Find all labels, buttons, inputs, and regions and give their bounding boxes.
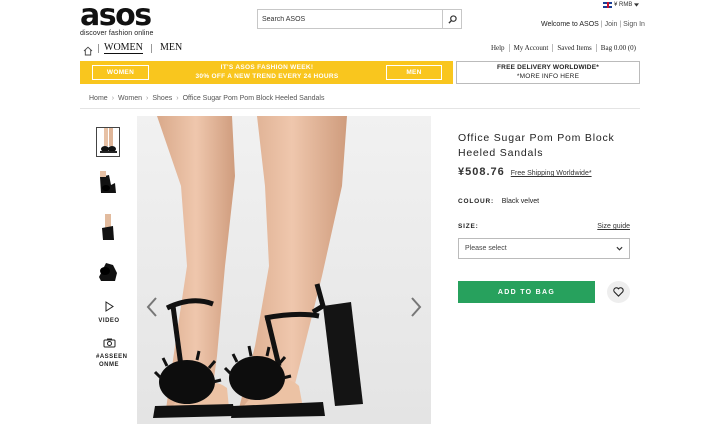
search-button[interactable] [442, 10, 461, 28]
chevron-down-icon [616, 246, 623, 251]
asseenonme-label: #ASSEEN ONME [96, 353, 128, 369]
add-to-bag-button[interactable]: ADD TO BAG [458, 281, 595, 303]
free-shipping-link[interactable]: Free Shipping Worldwide* [511, 170, 592, 177]
promo-text: IT'S ASOS FASHION WEEK! 30% OFF A NEW TR… [152, 64, 382, 81]
breadcrumb-shoes[interactable]: Shoes [152, 95, 172, 102]
bag-link[interactable]: Bag 0.00 (0) [595, 44, 640, 52]
colour-label: COLOUR: [458, 198, 494, 205]
prev-image-arrow-icon[interactable] [145, 296, 159, 318]
top-bar: asos discover fashion online ¥ RMB Welco… [0, 0, 720, 40]
size-row: SIZE: Size guide [458, 223, 630, 230]
tab-men[interactable]: MEN [160, 42, 182, 53]
video-label: VIDEO [98, 318, 120, 324]
breadcrumb-women[interactable]: Women [118, 95, 142, 102]
breadcrumb-current: Office Sugar Pom Pom Block Heeled Sandal… [182, 95, 325, 102]
chevron-right-icon: › [176, 95, 179, 102]
search-icon [447, 14, 457, 24]
currency-selector[interactable]: ¥ RMB [603, 2, 640, 8]
asseenonme-button[interactable]: #ASSEEN ONME [96, 335, 128, 369]
product-title: Office Sugar Pom Pom Block Heeled Sandal… [458, 132, 615, 159]
help-link[interactable]: Help [487, 44, 509, 52]
nav-right-links: Help My Account Saved Items Bag 0.00 (0) [487, 44, 640, 52]
promo-line-1: IT'S ASOS FASHION WEEK! [220, 64, 314, 71]
delivery-line-1: FREE DELIVERY WORLDWIDE* [497, 64, 599, 71]
logo-tagline: discover fashion online [80, 30, 154, 37]
promo-women-button[interactable]: WOMEN [92, 65, 149, 80]
search-box [257, 9, 462, 29]
logo-wordmark: asos [80, 0, 152, 33]
product-image [137, 116, 431, 424]
main-nav: WOMEN MEN Help My Account Saved Items Ba… [80, 40, 640, 58]
breadcrumb-home[interactable]: Home [89, 95, 108, 102]
video-button[interactable]: VIDEO [96, 299, 122, 325]
divider [80, 108, 640, 109]
camera-icon [103, 338, 115, 348]
product-photo-illustration [137, 116, 431, 424]
uk-flag-icon [603, 2, 612, 8]
tab-women[interactable]: WOMEN [104, 42, 143, 54]
chevron-right-icon: › [146, 95, 149, 102]
promo-line-2: 30% OFF A NEW TREND EVERY 24 HOURS [195, 72, 339, 80]
play-icon [105, 301, 114, 312]
save-item-button[interactable] [607, 281, 630, 303]
my-account-link[interactable]: My Account [508, 44, 553, 52]
colour-row: COLOUR: Black velvet [458, 198, 539, 205]
search-input[interactable] [258, 15, 442, 23]
caret-down-icon [634, 3, 640, 7]
thumbnail-angle[interactable] [96, 256, 120, 286]
asseenonme-line-1: #ASSEEN [96, 354, 128, 360]
heart-icon [613, 287, 624, 297]
price-row: ¥508.76 Free Shipping Worldwide* [458, 166, 592, 178]
welcome-text: Welcome to ASOS [541, 21, 599, 28]
sign-in-link[interactable]: Sign In [623, 21, 645, 28]
delivery-line-2: *MORE INFO HERE [516, 72, 580, 80]
join-link[interactable]: Join [605, 21, 618, 28]
colour-value: Black velvet [501, 198, 540, 205]
thumbnail-back[interactable] [96, 213, 120, 243]
thumbnail-side[interactable] [96, 170, 120, 200]
thumbnail-front[interactable] [96, 127, 120, 157]
delivery-banner[interactable]: FREE DELIVERY WORLDWIDE* *MORE INFO HERE [456, 61, 640, 84]
size-label: SIZE: [458, 223, 479, 230]
promo-men-button[interactable]: MEN [386, 65, 442, 80]
promo-banner: WOMEN IT'S ASOS FASHION WEEK! 30% OFF A … [80, 61, 453, 84]
size-guide-link[interactable]: Size guide [597, 223, 630, 230]
next-image-arrow-icon[interactable] [409, 296, 423, 318]
home-icon[interactable] [83, 43, 93, 61]
asseenonme-line-2: ONME [99, 362, 119, 368]
nav-divider [151, 44, 152, 53]
size-select[interactable]: Please select [458, 238, 630, 259]
nav-divider [98, 44, 99, 53]
saved-items-link[interactable]: Saved Items [552, 44, 595, 52]
product-price: ¥508.76 [458, 166, 505, 178]
chevron-right-icon: › [111, 95, 115, 102]
account-links: Welcome to ASOS | Join | Sign In [541, 21, 645, 28]
breadcrumb: Home › Women › Shoes › Office Sugar Pom Pom Bl… [89, 95, 324, 102]
thumbnail-strip: VIDEO #ASSEEN ONME [96, 127, 128, 369]
asos-logo[interactable]: asos discover fashion online [80, 0, 160, 38]
size-select-value: Please select [465, 245, 507, 252]
currency-label: ¥ RMB [614, 2, 633, 8]
